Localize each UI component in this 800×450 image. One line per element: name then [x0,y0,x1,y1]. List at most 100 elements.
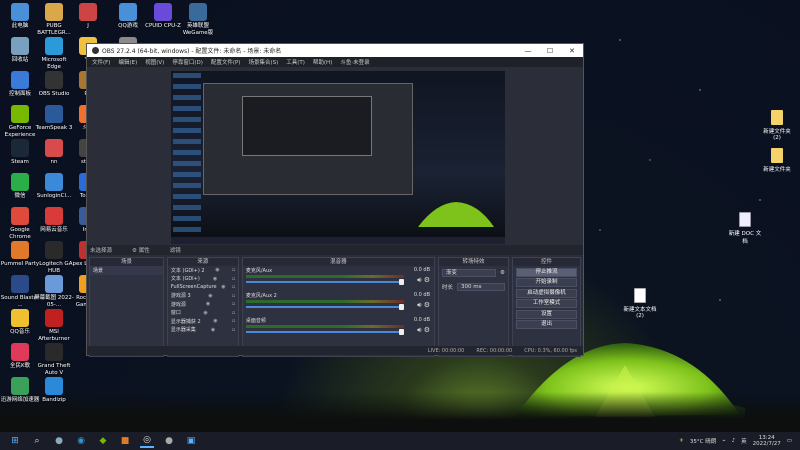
volume-slider[interactable] [245,331,405,333]
visibility-icon[interactable]: ◉ [203,310,209,316]
desktop-icon[interactable]: CPUID CPU-Z [143,3,183,30]
desktop-icon[interactable]: J [68,3,108,30]
source-item[interactable]: 显示器采集 ◉ ▫ [168,326,238,335]
volume-slider-handle[interactable] [399,329,405,335]
source-item[interactable]: 游戏源 ◉ ▫ [168,300,238,309]
menu-item[interactable]: 配置文件(P) [211,58,241,66]
control-button[interactable]: 启动虚拟摄像机 [515,288,577,298]
menu-item[interactable]: 斗鱼·未登录 [340,58,369,66]
control-button[interactable]: 停止推流 [515,267,577,277]
steam-taskbar-icon[interactable]: ● [52,434,66,448]
visibility-icon[interactable]: ◉ [213,318,219,324]
visibility-icon[interactable]: ◉ [213,276,219,282]
geforce-taskbar-icon[interactable]: ◆ [96,434,110,448]
visibility-icon[interactable]: ◉ [215,267,221,273]
app-icon [11,173,29,191]
obs-titlebar[interactable]: OBS 27.2.4 (64-bit, windows) - 配置文件: 未命名… [87,44,583,57]
lock-icon[interactable]: ▫ [232,276,238,282]
obs-context-bar: 未选择源 ⚙ 属性 滤镜 [87,245,583,255]
source-item[interactable]: 显示器捕获 2 ◉ ▫ [168,317,238,326]
menu-item[interactable]: 帮助(H) [313,58,332,66]
notification-icon[interactable]: ▭ [787,438,792,444]
scene-item[interactable]: 场景 [90,266,163,275]
menu-item[interactable]: 场景集合(S) [248,58,278,66]
volume-slider-handle[interactable] [399,279,405,285]
visibility-icon[interactable]: ◉ [211,327,217,333]
maximize-button[interactable]: ☐ [539,47,561,55]
obs-window[interactable]: OBS 27.2.4 (64-bit, windows) - 配置文件: 未命名… [86,43,584,357]
app-icon [45,173,63,191]
menu-item[interactable]: 工具(T) [286,58,305,66]
menu-item[interactable]: 编辑(E) [118,58,137,66]
source-item[interactable]: FullScreenCapture ◉ ▫ [168,283,238,292]
channel-name: 麦克风/Aux [245,268,273,274]
app-icon [11,275,29,293]
duration-input[interactable]: 300 ms [457,283,505,291]
minimize-button[interactable]: — [517,47,539,55]
desktop-file[interactable]: 新建文本文档 (2) [623,288,657,319]
filters-button[interactable]: 滤镜 [170,246,181,254]
app-icon [45,139,63,157]
app-taskbar-icon[interactable]: ■ [118,434,132,448]
lock-icon[interactable]: ▫ [232,318,238,324]
lock-icon[interactable]: ▫ [232,293,238,299]
volume-slider[interactable] [245,306,405,308]
transition-type-select[interactable]: 渐变 [442,269,497,277]
desktop-icon[interactable]: QQ游戏 [108,3,148,30]
menu-item[interactable]: 视图(V) [145,58,164,66]
visibility-icon[interactable]: ◉ [221,284,227,290]
desktop-file[interactable]: 新建文件夹 (2) [760,110,794,141]
obs-statusbar: LIVE: 00:00:00 REC: 00:00:00 CPU: 0.3%, … [87,346,583,355]
speaker-icon[interactable]: 🔊︎ ⚙ [417,276,430,285]
app-icon [45,241,63,259]
app2-taskbar-icon[interactable]: ▣ [184,434,198,448]
speaker-icon[interactable]: 🔊︎ ⚙ [417,301,430,310]
desktop-icon[interactable]: MSI Afterburner [34,309,74,342]
app-icon [154,3,172,21]
desktop-file-label: 新建文件夹 [763,167,791,173]
lock-icon[interactable]: ▫ [232,310,238,316]
input-language[interactable]: 英 [741,437,747,445]
lock-icon[interactable]: ▫ [232,267,238,273]
control-button[interactable]: 退出 [515,320,577,329]
chat-taskbar-icon[interactable]: ● [162,434,176,448]
lock-icon[interactable]: ▫ [232,327,238,333]
desktop-icon[interactable]: 英雄联盟 WeGame版 [178,3,218,36]
volume-icon[interactable]: ♪ [732,438,736,444]
control-button[interactable]: 开始录制 [515,278,577,287]
desktop-file[interactable]: 新建 DOC 文档 [728,212,762,245]
control-button[interactable]: 设置 [515,309,577,319]
volume-slider-handle[interactable] [399,304,405,310]
source-item[interactable]: 文本 (GDI+) ◉ ▫ [168,275,238,284]
control-button[interactable]: 工作室模式 [515,299,577,308]
source-item[interactable]: 文本 (GDI+) 2 ◉ ▫ [168,266,238,275]
network-icon[interactable]: ⌁ [722,438,725,444]
menu-item[interactable]: 文件(F) [92,58,110,66]
desktop-file[interactable]: 新建文件夹 [760,148,794,173]
menu-item[interactable]: 停靠窗口(D) [172,58,203,66]
volume-meter [245,300,405,303]
edge-taskbar-icon[interactable]: ◉ [74,434,88,448]
lock-icon[interactable]: ▫ [232,301,238,307]
app-icon [45,3,63,21]
search-icon[interactable]: ⌕ [30,434,44,448]
weather-text[interactable]: 35°C 晴朗 [690,437,716,445]
windows-taskbar: ⊞ ⌕ ● ◉ ◆ ■ ◎ ● ▣ ☀ 35°C 晴朗 ⌁ ♪ 英 13:24 … [0,432,800,450]
visibility-icon[interactable]: ◉ [208,293,214,299]
obs-preview[interactable] [171,71,505,244]
transition-settings-icon[interactable]: ⚙ [500,270,505,276]
close-button[interactable]: ✕ [561,47,583,55]
properties-button[interactable]: ⚙ 属性 [132,246,150,254]
speaker-icon[interactable]: 🔊︎ ⚙ [417,326,430,335]
desktop-icon[interactable]: Grand Theft Auto V [34,343,74,376]
lock-icon[interactable]: ▫ [232,284,238,290]
clock[interactable]: 13:24 2022/7/27 [753,435,781,447]
start-icon[interactable]: ⊞ [8,434,22,448]
obs-taskbar-icon[interactable]: ◎ [140,434,154,448]
volume-slider[interactable] [245,281,405,283]
source-item[interactable]: 游戏源 3 ◉ ▫ [168,292,238,301]
source-item[interactable]: 窗口 ◉ ▫ [168,309,238,318]
visibility-icon[interactable]: ◉ [206,301,212,307]
app-icon [11,241,29,259]
desktop-icon[interactable]: Bandizip [34,377,74,404]
